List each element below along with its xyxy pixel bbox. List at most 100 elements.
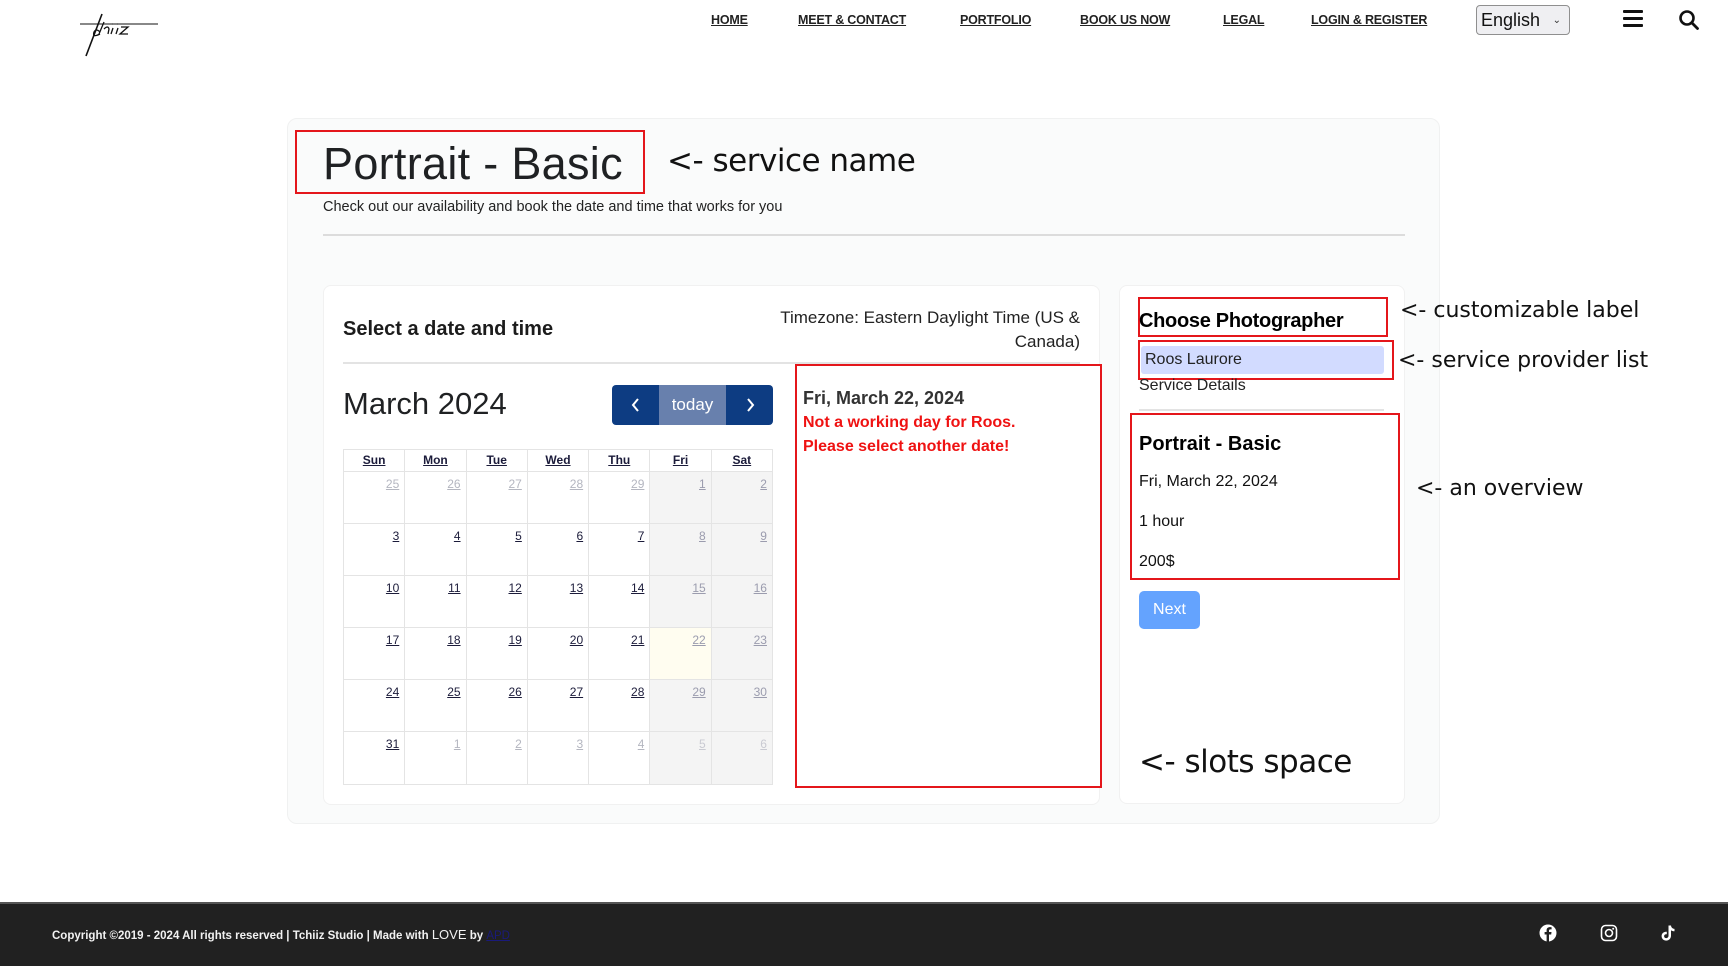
choose-photographer-label: Choose Photographer	[1139, 310, 1344, 332]
calendar-day[interactable]: 25	[344, 472, 406, 523]
tiktok-icon[interactable]	[1659, 924, 1677, 942]
calendar-day[interactable]: 10	[344, 576, 406, 627]
overview-duration: 1 hour	[1139, 513, 1185, 530]
calendar-day[interactable]: 1	[405, 732, 467, 784]
annotation-slots-space: <- slots space	[1139, 744, 1352, 780]
annotation-customizable-label: <- customizable label	[1400, 298, 1640, 323]
instagram-icon[interactable]	[1600, 924, 1618, 942]
calendar-day[interactable]: 20	[528, 628, 590, 679]
calendar-day-number: 4	[637, 737, 645, 751]
calendar-day[interactable]: 13	[528, 576, 590, 627]
calendar-day-number: 26	[447, 477, 461, 491]
prev-month-button[interactable]	[612, 385, 659, 425]
language-select[interactable]: English ⌄	[1476, 5, 1570, 35]
calendar-day[interactable]: 15	[650, 576, 712, 627]
calendar-day[interactable]: 3	[528, 732, 590, 784]
calendar-day-number: 5	[515, 529, 522, 543]
calendar-day[interactable]: 30	[711, 680, 772, 731]
logo[interactable]	[80, 12, 180, 62]
calendar-day[interactable]: 17	[344, 628, 406, 679]
calendar-day[interactable]: 24	[344, 680, 406, 731]
nav-meet-contact[interactable]: MEET & CONTACT	[798, 13, 906, 27]
booking-subtitle: Check out our availability and book the …	[323, 199, 783, 215]
calendar-day-number: 12	[508, 581, 522, 595]
calendar-day-number: 19	[508, 633, 522, 647]
calendar-day[interactable]: 23	[711, 628, 772, 679]
copyright-prefix: Copyright ©2019 - 2024 All rights reserv…	[52, 930, 432, 942]
calendar-day[interactable]: 27	[528, 680, 590, 731]
next-button[interactable]: Next	[1139, 591, 1200, 629]
calendar-day[interactable]: 2	[711, 472, 772, 523]
weekday-label: Wed	[528, 450, 590, 471]
weekday-label: Sat	[732, 453, 752, 467]
calendar-day[interactable]: 5	[467, 524, 528, 575]
weekday-label: Sun	[344, 450, 406, 471]
copyright-love: LOVE	[431, 927, 467, 942]
author-link[interactable]: APD	[486, 930, 510, 942]
calendar-day[interactable]: 18	[405, 628, 467, 679]
calendar-day[interactable]: 21	[589, 628, 651, 679]
overview-price: 200$	[1139, 553, 1175, 570]
calendar-day-number: 2	[760, 477, 767, 491]
calendar-day[interactable]: 4	[405, 524, 467, 575]
calendar-day[interactable]: 26	[467, 680, 528, 731]
slots-error-message-2: Please select another date!	[803, 438, 1010, 455]
overview-service-name: Portrait - Basic	[1139, 433, 1282, 455]
calendar-day[interactable]: 14	[589, 576, 651, 627]
calendar-day[interactable]: 27	[467, 472, 528, 523]
slots-selected-date: Fri, March 22, 2024	[803, 388, 965, 408]
sidebar-divider	[1139, 409, 1384, 411]
next-month-button[interactable]	[726, 385, 773, 425]
search-icon[interactable]	[1678, 9, 1700, 31]
calendar-day[interactable]: 28	[528, 472, 590, 523]
calendar-grid: Sun Mon Tue Wed Thu Fri Sat 25 26 27 28 29 1 2…	[343, 449, 773, 785]
calendar-day[interactable]: 5	[650, 732, 712, 784]
calendar-day-number: 29	[631, 477, 645, 491]
calendar-day-number: 24	[385, 685, 400, 699]
calendar-day[interactable]: 29	[589, 472, 651, 523]
nav-legal[interactable]: LEGAL	[1223, 13, 1265, 27]
calendar-day-number: 30	[753, 685, 767, 699]
calendar-week-row: 25 26 27 28 29 1 2	[344, 472, 772, 524]
facebook-icon[interactable]	[1539, 924, 1557, 942]
service-title: Portrait - Basic	[323, 138, 623, 189]
copyright-by: by	[466, 930, 487, 942]
weekday-label: Fri	[650, 450, 712, 471]
calendar-month-title: March 2024	[343, 386, 507, 421]
calendar-day[interactable]: 6	[528, 524, 590, 575]
calendar-day[interactable]: 3	[344, 524, 406, 575]
calendar-day[interactable]: 16	[711, 576, 772, 627]
weekday-label: Mon	[405, 450, 467, 471]
calendar-day[interactable]: 1	[650, 472, 712, 523]
calendar-day[interactable]: 12	[467, 576, 528, 627]
calendar-day-selected[interactable]: 22	[650, 628, 712, 679]
calendar-day[interactable]: 28	[589, 680, 651, 731]
calendar-day[interactable]: 4	[589, 732, 651, 784]
nav-portfolio[interactable]: PORTFOLIO	[960, 13, 1031, 27]
calendar-day[interactable]: 29	[650, 680, 712, 731]
slots-error-message: Not a working day for Roos.	[803, 414, 1016, 431]
calendar-day[interactable]: 2	[467, 732, 528, 784]
annotation-provider-list: <- service provider list	[1398, 348, 1649, 373]
hamburger-icon[interactable]	[1623, 10, 1643, 28]
calendar-day-number: 10	[385, 581, 400, 595]
calendar-day[interactable]: 9	[711, 524, 772, 575]
calendar-day[interactable]: 11	[405, 576, 467, 627]
today-button[interactable]: today	[659, 385, 726, 425]
calendar-day-number: 25	[385, 477, 400, 491]
nav-login-register[interactable]: LOGIN & REGISTER	[1311, 13, 1427, 27]
calendar-body: 25 26 27 28 29 1 2 3 4 5 6 7 8 9 10 11 12 13 14 15 16 17 18 19 2…	[344, 472, 772, 784]
calendar-week-row: 10 11 12 13 14 15 16	[344, 576, 772, 628]
calendar-day[interactable]: 19	[467, 628, 528, 679]
nav-home[interactable]: HOME	[711, 13, 748, 27]
calendar-day[interactable]: 8	[650, 524, 712, 575]
provider-list-item[interactable]: Roos Laurore	[1141, 346, 1384, 374]
calendar-day[interactable]: 6	[711, 732, 772, 784]
calendar-day[interactable]: 31	[344, 732, 406, 784]
calendar-day[interactable]: 25	[405, 680, 467, 731]
calendar-day[interactable]: 26	[405, 472, 467, 523]
nav-book-us-now[interactable]: BOOK US NOW	[1080, 13, 1170, 27]
calendar-day[interactable]: 7	[589, 524, 651, 575]
weekday-label: Tue	[467, 450, 528, 471]
chevron-left-icon	[631, 398, 639, 412]
